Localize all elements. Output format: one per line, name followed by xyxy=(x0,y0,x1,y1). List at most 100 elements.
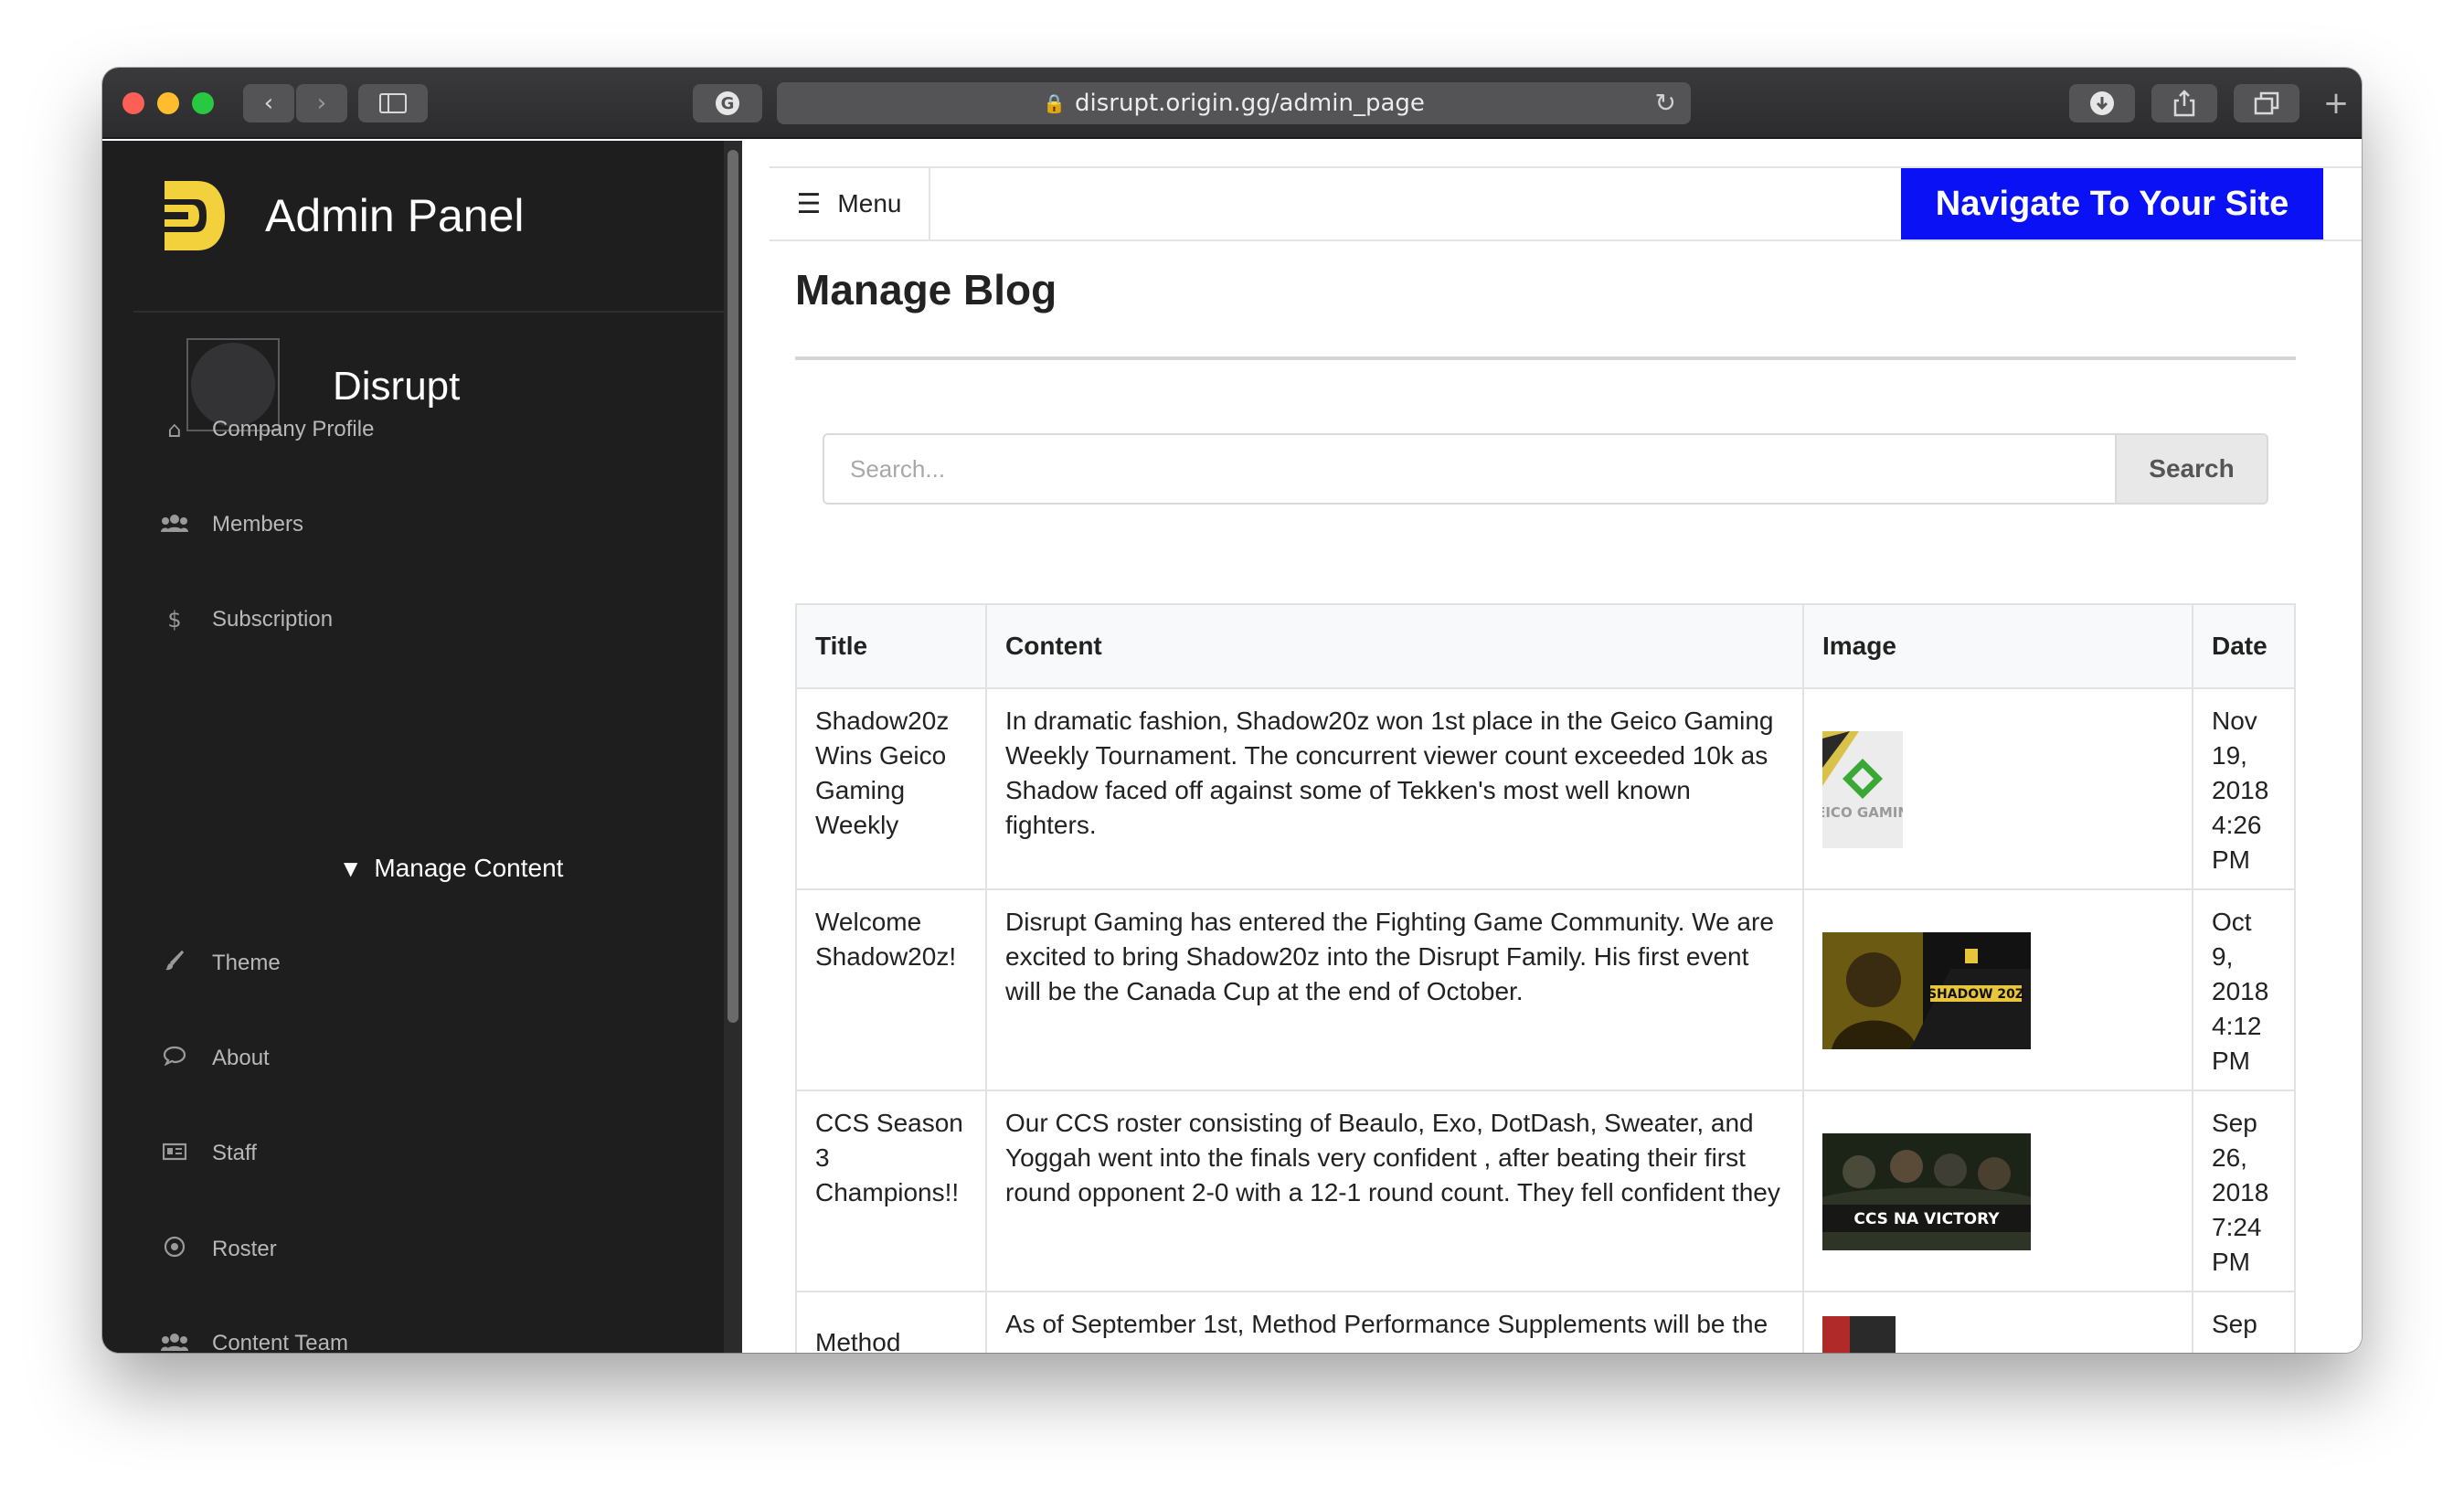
disrupt-logo-icon xyxy=(165,181,225,250)
organization-name: Disrupt xyxy=(333,364,461,409)
svg-text:G: G xyxy=(721,94,735,113)
post-title[interactable]: Method xyxy=(795,1291,987,1353)
browser-titlebar: ‹ › G 🔒 disrupt.origin.gg/admin_page ↻ + xyxy=(102,68,2362,139)
post-date: Oct 9, 2018 4:12 PM xyxy=(2192,888,2296,1091)
table-row[interactable]: Method As of September 1st, Method Perfo… xyxy=(795,1291,2296,1353)
image-caption: GEICO GAMING xyxy=(1822,804,1903,821)
post-image[interactable]: SHADOW 20Z xyxy=(1822,932,2031,1049)
column-header-title[interactable]: Title xyxy=(795,603,987,689)
column-header-image[interactable]: Image xyxy=(1802,603,2193,689)
sidebar-icon xyxy=(379,93,407,113)
top-navbar: ☰ Menu Navigate To Your Site xyxy=(770,166,2362,241)
sidebar-item-label: Members xyxy=(212,512,304,537)
chevron-left-icon: ‹ xyxy=(263,90,274,117)
sidebar-item-label: Staff xyxy=(212,1141,257,1165)
post-date: Sep 26, 2018 7:24 PM xyxy=(2192,1089,2296,1292)
sidebar-item-label: Subscription xyxy=(212,607,334,632)
sidebar-section-manage-content[interactable]: ▼ Manage Content xyxy=(344,854,563,883)
post-image-cell: SHADOW 20Z xyxy=(1802,888,2193,1091)
sidebar-item-subscription[interactable]: $ Subscription xyxy=(159,607,333,632)
lock-icon: 🔒 xyxy=(1043,92,1067,114)
menu-button[interactable]: ☰ Menu xyxy=(770,168,930,239)
scrollbar-thumb[interactable] xyxy=(728,150,738,1023)
home-icon: ⌂ xyxy=(167,417,182,442)
title-divider xyxy=(795,356,2296,360)
post-image[interactable]: GEICO GAMING xyxy=(1822,731,1903,848)
table-row[interactable]: CCS Season 3 Champions!! Our CCS roster … xyxy=(795,1089,2296,1292)
page-title: Manage Blog xyxy=(795,266,1057,314)
sidebar-divider xyxy=(133,311,724,313)
sidebar-item-roster[interactable]: Roster xyxy=(159,1236,277,1263)
share-button[interactable] xyxy=(2151,84,2217,122)
sidebar-brand[interactable]: Admin Panel xyxy=(161,177,525,254)
admin-sidebar: Admin Panel Disrupt ⌂ Company Profile Me… xyxy=(102,141,742,1353)
zoom-window-button[interactable] xyxy=(192,92,214,114)
search-button[interactable]: Search xyxy=(2115,433,2268,505)
post-content: In dramatic fashion, Shadow20z won 1st p… xyxy=(985,687,1804,890)
dollar-icon: $ xyxy=(167,607,182,632)
download-icon xyxy=(2090,91,2114,115)
post-image[interactable]: CCS NA VICTORY xyxy=(1822,1133,2031,1250)
chevron-right-icon: › xyxy=(316,90,327,117)
admin-panel-title: Admin Panel xyxy=(265,190,525,241)
id-card-icon xyxy=(159,1141,190,1166)
menu-label: Menu xyxy=(837,189,902,218)
users-icon xyxy=(159,1331,190,1353)
users-icon xyxy=(159,512,190,537)
sidebar-item-theme[interactable]: Theme xyxy=(159,950,281,976)
hamburger-icon: ☰ xyxy=(796,187,822,220)
reload-icon[interactable]: ↻ xyxy=(1655,88,1676,118)
post-title[interactable]: Welcome Shadow20z! xyxy=(795,888,987,1091)
sidebar-item-label: Content Team xyxy=(212,1331,348,1353)
table-header-row: Title Content Image Date xyxy=(795,603,2296,689)
post-image-cell: GEICO GAMING xyxy=(1802,687,2193,890)
url-text: disrupt.origin.gg/admin_page xyxy=(1075,90,1425,117)
sidebar-item-about[interactable]: About xyxy=(159,1046,270,1071)
back-button[interactable]: ‹ xyxy=(243,84,294,122)
search-bar: Search xyxy=(823,433,2268,505)
navigate-to-site-button[interactable]: Navigate To Your Site xyxy=(1901,168,2323,239)
post-image-cell: CCS NA VICTORY xyxy=(1802,1089,2193,1292)
sidebar-item-label: About xyxy=(212,1046,270,1070)
sidebar-item-company-profile[interactable]: ⌂ Company Profile xyxy=(159,417,374,442)
sidebar-item-label: Company Profile xyxy=(212,417,375,441)
caret-down-icon: ▼ xyxy=(344,857,358,879)
table-row[interactable]: Welcome Shadow20z! Disrupt Gaming has en… xyxy=(795,888,2296,1091)
sidebar-item-content-team[interactable]: Content Team xyxy=(159,1331,348,1353)
close-window-button[interactable] xyxy=(122,92,144,114)
image-caption: SHADOW 20Z xyxy=(1928,987,2024,1002)
post-image[interactable] xyxy=(1822,1316,1896,1353)
column-header-content[interactable]: Content xyxy=(985,603,1804,689)
avatar-placeholder xyxy=(191,343,275,427)
grammarly-icon: G xyxy=(716,91,739,115)
sidebar-toggle-button[interactable] xyxy=(358,84,428,122)
sidebar-item-staff[interactable]: Staff xyxy=(159,1141,257,1166)
post-title[interactable]: Shadow20z Wins Geico Gaming Weekly xyxy=(795,687,987,890)
column-header-date[interactable]: Date xyxy=(2192,603,2296,689)
post-date: Nov 19, 2018 4:26 PM xyxy=(2192,687,2296,890)
image-caption: CCS NA VICTORY xyxy=(1853,1210,2000,1228)
search-input[interactable] xyxy=(823,433,2115,505)
post-image-cell xyxy=(1802,1291,2193,1353)
post-date: Sep xyxy=(2192,1291,2296,1353)
downloads-button[interactable] xyxy=(2069,84,2135,122)
post-content: Our CCS roster consisting of Beaulo, Exo… xyxy=(985,1089,1804,1292)
comment-icon xyxy=(159,1046,190,1071)
sidebar-item-members[interactable]: Members xyxy=(159,512,303,537)
dot-circle-icon xyxy=(159,1236,190,1263)
post-title[interactable]: CCS Season 3 Champions!! xyxy=(795,1089,987,1292)
share-icon xyxy=(2173,90,2195,117)
sidebar-item-label: Roster xyxy=(212,1237,277,1261)
post-content: Disrupt Gaming has entered the Fighting … xyxy=(985,888,1804,1091)
sidebar-scrollbar[interactable] xyxy=(724,141,742,1353)
new-tab-button[interactable]: + xyxy=(2314,84,2358,122)
table-row[interactable]: Shadow20z Wins Geico Gaming Weekly In dr… xyxy=(795,687,2296,890)
minimize-window-button[interactable] xyxy=(157,92,179,114)
tabs-icon xyxy=(2254,91,2279,115)
address-bar[interactable]: 🔒 disrupt.origin.gg/admin_page ↻ xyxy=(777,82,1691,124)
post-content: As of September 1st, Method Performance … xyxy=(985,1291,1804,1353)
forward-button[interactable]: › xyxy=(296,84,347,122)
extension-button[interactable]: G xyxy=(693,84,762,122)
blog-table: Title Content Image Date Shadow20z Wins … xyxy=(795,603,2296,1353)
tabs-overview-button[interactable] xyxy=(2234,84,2299,122)
